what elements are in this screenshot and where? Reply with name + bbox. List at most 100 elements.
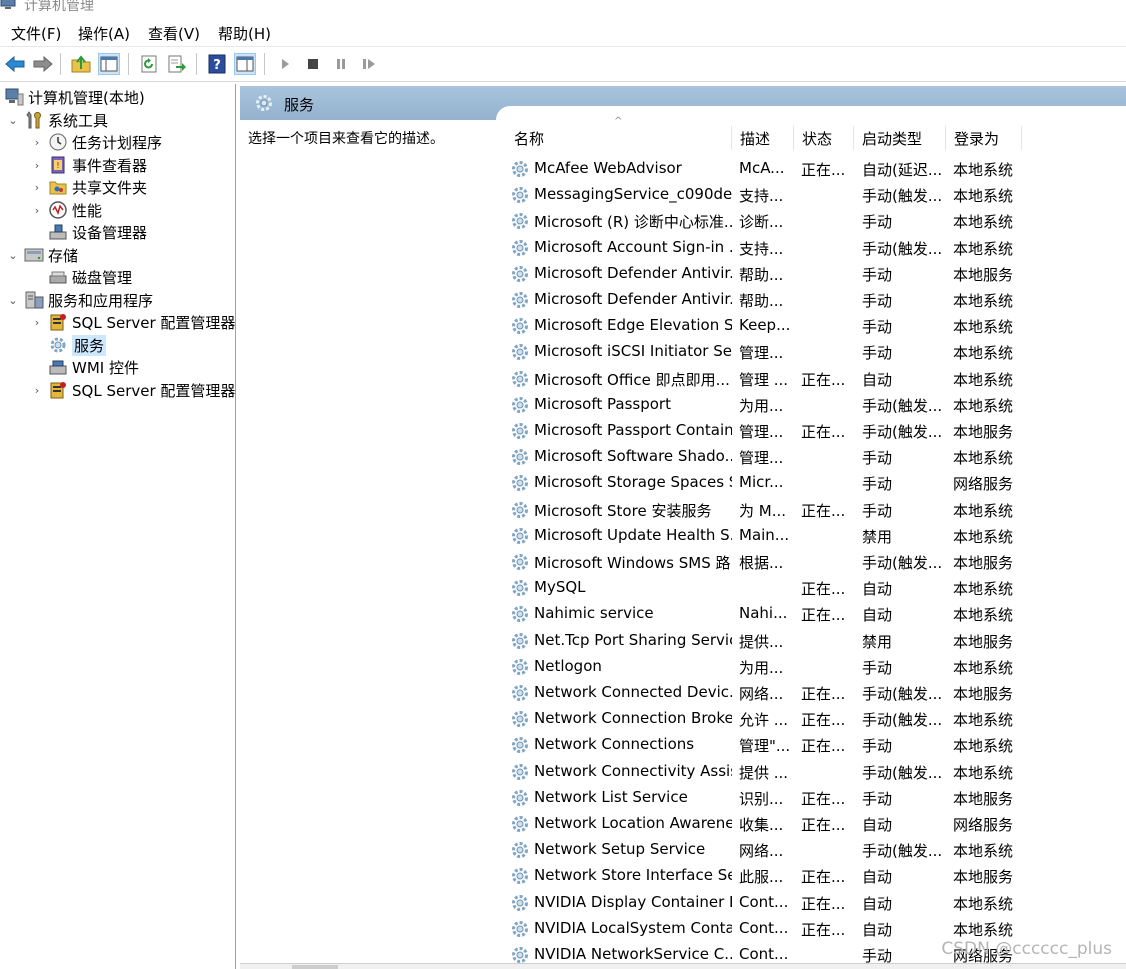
- export-list-button[interactable]: [166, 53, 188, 75]
- service-row[interactable]: Microsoft Passport Container 管理... 正在... 手动…: [506, 418, 1126, 444]
- service-row[interactable]: Nahimic service Nahi... 正在... 自动 本地系统: [506, 601, 1126, 627]
- menu-file[interactable]: 文件(F): [11, 23, 61, 44]
- tree-node-disk-management[interactable]: 磁盘管理: [48, 266, 132, 288]
- service-log-on-as: 本地系统: [953, 737, 1014, 756]
- chevron-down-icon[interactable]: ⌄: [6, 294, 20, 307]
- service-row[interactable]: Network Location Awarene... 收集... 正在... 自动 网…: [506, 811, 1126, 837]
- menu-action[interactable]: 操作(A): [78, 23, 130, 44]
- column-header-name[interactable]: 名称: [506, 126, 732, 150]
- service-row[interactable]: Microsoft Update Health S... Main... 禁用 本地系…: [506, 523, 1126, 549]
- menu-help[interactable]: 帮助(H): [218, 23, 271, 44]
- service-description: Cont...: [739, 945, 789, 963]
- service-row[interactable]: Network Connections 管理"... 正在... 手动 本地系统: [506, 732, 1126, 758]
- column-header-description[interactable]: 描述: [732, 126, 794, 150]
- tree-node-sql-server-config-2[interactable]: › SQL Server 配置管理器: [30, 379, 235, 401]
- service-gear-icon: [512, 711, 528, 728]
- service-description: 管理...: [739, 344, 784, 363]
- back-button[interactable]: [4, 53, 26, 75]
- device-manager-icon: [48, 222, 68, 242]
- tree-node-sql-server-config[interactable]: › SQL Server 配置管理器: [30, 311, 235, 333]
- tree-node-storage[interactable]: ⌄ 存储: [6, 244, 78, 266]
- chevron-down-icon[interactable]: ⌄: [6, 114, 20, 127]
- pause-service-button[interactable]: [330, 53, 352, 75]
- service-row[interactable]: Network Connectivity Assis... 提供 ... 手动(触发…: [506, 759, 1126, 785]
- tree-node-services-and-applications[interactable]: ⌄ 服务和应用程序: [6, 289, 153, 311]
- forward-button[interactable]: [32, 53, 54, 75]
- up-folder-icon: [71, 55, 91, 73]
- tree-label: 计算机管理(本地): [28, 88, 145, 107]
- service-description: 提供...: [739, 632, 784, 651]
- resume-service-button[interactable]: [358, 53, 380, 75]
- refresh-button[interactable]: [138, 53, 160, 75]
- service-name: NVIDIA Display Container LS: [534, 892, 732, 911]
- service-row[interactable]: Microsoft Storage Spaces S... Micr... 手动 网络…: [506, 470, 1126, 496]
- service-row[interactable]: Network Connected Devic... 网络... 正在... 手动(触…: [506, 680, 1126, 706]
- resume-icon: [363, 59, 375, 69]
- chevron-right-icon[interactable]: ›: [30, 136, 44, 149]
- service-row[interactable]: NVIDIA Display Container LS Cont... 正在... 自…: [506, 890, 1126, 916]
- show-hide-tree-icon: [100, 56, 118, 72]
- service-row[interactable]: Network Setup Service 网络... 手动(触发... 本地系统: [506, 837, 1126, 863]
- svg-text:!: !: [56, 161, 59, 170]
- column-header-status[interactable]: 状态: [794, 126, 854, 150]
- service-name: Microsoft Passport Container: [534, 421, 732, 439]
- service-row[interactable]: Microsoft iSCSI Initiator Ser... 管理... 手动 本…: [506, 339, 1126, 365]
- tree-node-shared-folders[interactable]: › 共享文件夹: [30, 176, 147, 198]
- chevron-right-icon[interactable]: ›: [30, 316, 44, 329]
- service-row[interactable]: McAfee WebAdvisor McA... 正在... 自动(延迟... 本地系统: [506, 156, 1126, 182]
- chevron-right-icon[interactable]: ›: [30, 159, 44, 172]
- refresh-icon: [141, 55, 157, 73]
- tree-node-root[interactable]: 计算机管理(本地): [4, 86, 145, 108]
- service-gear-icon: [512, 894, 528, 911]
- chevron-down-icon[interactable]: ⌄: [6, 249, 20, 262]
- scrollbar-thumb[interactable]: [292, 965, 338, 969]
- service-row[interactable]: MessagingService_c090de... 支持... 手动(触发... 本…: [506, 182, 1126, 208]
- properties-button[interactable]: [234, 53, 256, 75]
- service-row[interactable]: Net.Tcp Port Sharing Service 提供... 禁用 本地服务: [506, 628, 1126, 654]
- tree-node-device-manager[interactable]: 设备管理器: [48, 221, 147, 243]
- service-name: Network Setup Service: [534, 840, 706, 859]
- service-row[interactable]: Microsoft Office 即点即用... 管理 ... 正在... 自动 本地系…: [506, 366, 1126, 392]
- service-startup-type: 手动: [862, 449, 893, 468]
- service-gear-icon: [512, 265, 528, 282]
- column-header-log-on-as[interactable]: 登录为: [946, 126, 1022, 150]
- help-button[interactable]: ?: [206, 53, 228, 75]
- tree-node-system-tools[interactable]: ⌄ 系统工具: [6, 109, 108, 131]
- horizontal-scrollbar[interactable]: [240, 963, 1126, 969]
- tree-node-performance[interactable]: › 性能: [30, 199, 102, 221]
- service-row[interactable]: Microsoft Defender Antivir... 帮助... 手动 本地系统: [506, 287, 1126, 313]
- service-row[interactable]: Microsoft Store 安装服务 为 M... 正在... 手动 本地系统: [506, 497, 1126, 523]
- service-row[interactable]: Netlogon 为用... 手动 本地系统: [506, 654, 1126, 680]
- menu-view[interactable]: 查看(V): [148, 23, 200, 44]
- chevron-right-icon[interactable]: ›: [30, 384, 44, 397]
- tree-node-event-viewer[interactable]: › ! 事件查看器: [30, 154, 147, 176]
- up-one-level-button[interactable]: [70, 53, 92, 75]
- service-row[interactable]: Microsoft Windows SMS 路... 根据... 手动(触发... 本…: [506, 549, 1126, 575]
- service-row[interactable]: Microsoft Passport 为用... 手动(触发... 本地系统: [506, 392, 1126, 418]
- chevron-right-icon[interactable]: ›: [30, 181, 44, 194]
- service-row[interactable]: MySQL 正在... 自动 本地系统: [506, 575, 1126, 601]
- service-description: 帮助...: [739, 265, 784, 284]
- column-header-startup-type[interactable]: 启动类型: [854, 126, 946, 150]
- show-hide-tree-button[interactable]: [98, 53, 120, 75]
- service-row[interactable]: Microsoft Edge Elevation S... Keep... 手动 本地…: [506, 313, 1126, 339]
- tree-node-wmi-control[interactable]: WMI 控件: [48, 356, 139, 378]
- stop-service-button[interactable]: [302, 53, 324, 75]
- service-row[interactable]: Network List Service 识别... 正在... 手动 本地服务: [506, 785, 1126, 811]
- service-name: Net.Tcp Port Sharing Service: [534, 630, 732, 649]
- service-row[interactable]: Microsoft Defender Antivir... 帮助... 手动 本地服务: [506, 261, 1126, 287]
- disk-icon: [48, 267, 68, 287]
- service-row[interactable]: Microsoft Software Shado... 管理... 手动 本地系统: [506, 444, 1126, 470]
- tree-node-task-scheduler[interactable]: › 任务计划程序: [30, 131, 162, 153]
- service-row[interactable]: Microsoft Account Sign-in ... 支持... 手动(触发.…: [506, 235, 1126, 261]
- start-service-button[interactable]: [274, 53, 296, 75]
- tree-node-services[interactable]: 服务: [48, 334, 107, 356]
- service-name: Microsoft Update Health S...: [534, 525, 732, 544]
- chevron-right-icon[interactable]: ›: [30, 204, 44, 217]
- service-gear-icon: [512, 344, 528, 361]
- service-row[interactable]: NVIDIA LocalSystem Conta... Cont... 正在... 自…: [506, 916, 1126, 942]
- service-row[interactable]: Network Store Interface Se... 此服... 正在... 自…: [506, 863, 1126, 889]
- service-row[interactable]: Network Connection Broker 允许 ... 正在... 手动(触…: [506, 706, 1126, 732]
- service-name: Microsoft Passport: [534, 394, 671, 413]
- service-row[interactable]: Microsoft (R) 诊断中心标准... 诊断... 手动 本地系统: [506, 208, 1126, 234]
